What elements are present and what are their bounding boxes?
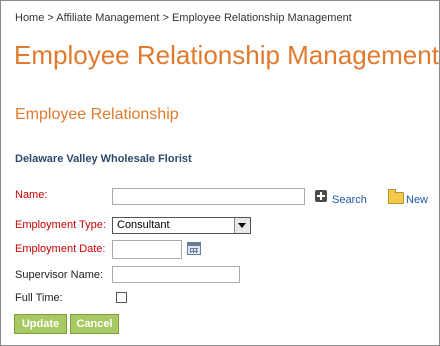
folder-icon[interactable] — [388, 189, 404, 204]
update-button[interactable]: Update — [14, 314, 67, 334]
employment-date-field[interactable] — [112, 240, 182, 259]
add-icon[interactable] — [315, 190, 327, 202]
cancel-button[interactable]: Cancel — [70, 314, 119, 334]
search-link[interactable]: Search — [332, 194, 367, 206]
name-label: Name: — [15, 189, 48, 201]
supervisor-field[interactable] — [112, 266, 240, 283]
name-field[interactable] — [112, 188, 305, 205]
employment-type-value: Consultant — [117, 219, 170, 231]
chevron-down-icon[interactable] — [234, 218, 250, 233]
supervisor-label: Supervisor Name: — [15, 269, 104, 281]
breadcrumb-home[interactable]: Home > — [15, 12, 54, 24]
breadcrumb-affiliate[interactable]: Affiliate Management > — [56, 12, 169, 24]
company-name: Delaware Valley Wholesale Florist — [15, 153, 192, 165]
employment-type-select[interactable]: Consultant — [112, 217, 251, 234]
employment-type-label: Employment Type: — [15, 219, 106, 231]
page-title: Employee Relationship Management — [14, 40, 439, 70]
breadcrumb-current: Employee Relationship Management — [171, 12, 352, 24]
employment-date-label: Employment Date: — [15, 243, 106, 255]
section-title: Employee Relationship — [15, 106, 179, 123]
full-time-label: Full Time: — [15, 292, 63, 304]
calendar-icon[interactable] — [187, 242, 201, 255]
full-time-checkbox[interactable] — [116, 292, 127, 303]
new-link[interactable]: New — [406, 194, 428, 206]
breadcrumb: Home > Affiliate Management > Employee R… — [15, 12, 352, 24]
